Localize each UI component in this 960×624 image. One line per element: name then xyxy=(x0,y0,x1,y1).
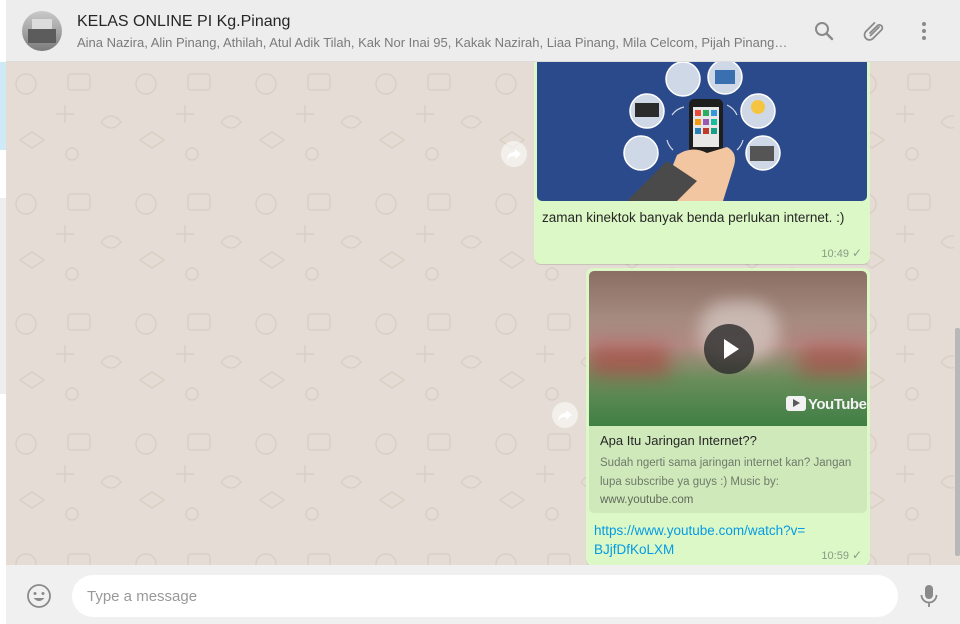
search-icon[interactable] xyxy=(812,19,836,43)
message-meta: 10:49 ✓ xyxy=(821,246,862,260)
menu-icon[interactable] xyxy=(912,19,936,43)
group-members[interactable]: Aina Nazira, Alin Pinang, Athilah, Atul … xyxy=(77,35,789,50)
chat-header[interactable]: KELAS ONLINE PI Kg.Pinang Aina Nazira, A… xyxy=(6,0,960,62)
message-input[interactable] xyxy=(72,575,898,617)
play-button[interactable] xyxy=(704,324,754,374)
avatar-photo-part xyxy=(32,19,52,29)
attach-icon[interactable] xyxy=(862,19,886,43)
youtube-play-icon xyxy=(786,396,806,411)
forward-icon xyxy=(507,149,521,160)
forward-button[interactable] xyxy=(501,141,527,167)
message-link[interactable]: https://www.youtube.com/watch?v=BJjfDfKo… xyxy=(594,521,814,559)
outgoing-link-message[interactable]: YouTube Apa Itu Jaringan Internet?? Suda… xyxy=(586,268,870,565)
message-time: 10:49 xyxy=(821,248,849,260)
forward-button[interactable] xyxy=(552,402,578,428)
sent-check-icon: ✓ xyxy=(851,548,862,562)
microphone-icon[interactable] xyxy=(918,583,940,609)
preview-description: Sudah ngerti sama jaringan internet kan?… xyxy=(600,457,852,488)
thumbnail-blur xyxy=(799,346,867,376)
message-time: 10:59 xyxy=(821,550,849,562)
message-meta: 10:59 ✓ xyxy=(821,548,862,562)
outgoing-image-message[interactable]: zaman kinektok banyak benda perlukan int… xyxy=(534,62,870,264)
chat-title[interactable]: KELAS ONLINE PI Kg.Pinang xyxy=(77,13,290,31)
preview-domain: www.youtube.com xyxy=(600,494,694,506)
preview-title: Apa Itu Jaringan Internet?? xyxy=(600,433,757,448)
thumbnail-blur xyxy=(589,346,669,376)
youtube-logo: YouTube xyxy=(786,396,867,413)
message-pane[interactable]: zaman kinektok banyak benda perlukan int… xyxy=(6,62,954,565)
video-thumbnail[interactable]: YouTube xyxy=(589,271,867,426)
emoji-icon[interactable] xyxy=(26,583,52,609)
composer-bar xyxy=(6,565,960,624)
message-caption: zaman kinektok banyak benda perlukan int… xyxy=(542,210,845,225)
sent-check-icon: ✓ xyxy=(851,246,862,260)
forward-icon xyxy=(558,410,572,421)
scrollbar-thumb[interactable] xyxy=(955,328,960,556)
message-image[interactable] xyxy=(537,62,867,201)
link-preview[interactable]: Apa Itu Jaringan Internet?? Sudah ngerti… xyxy=(589,426,867,513)
youtube-logo-text: YouTube xyxy=(808,396,867,413)
group-avatar[interactable] xyxy=(22,11,62,51)
avatar-photo-part xyxy=(28,29,56,43)
